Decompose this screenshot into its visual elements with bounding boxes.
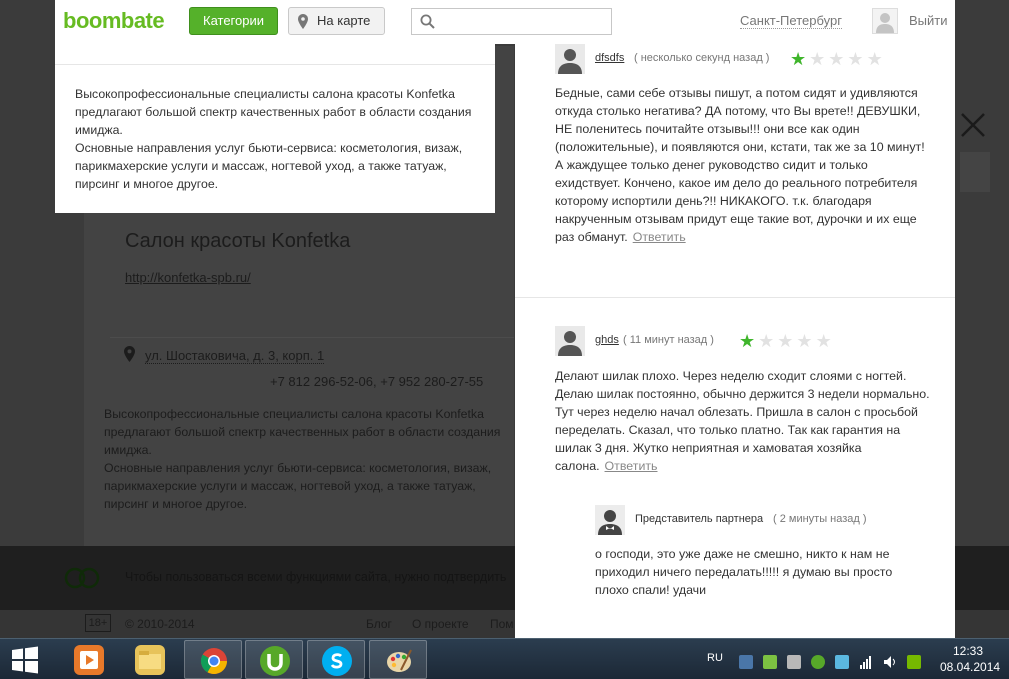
taskbar-file-explorer[interactable] [121,640,179,679]
salon-site-link[interactable]: http://konfetka-spb.ru/ [125,270,251,285]
boombate-logo-icon [64,567,100,589]
description-text: Высокопрофессиональные специалисты салон… [75,87,472,191]
reviews-panel: dfsdfs ( несколько секунд назад ) ★ ★ ★ … [515,44,955,638]
divider [515,297,955,298]
map-button-label: На карте [317,13,371,28]
salon-title: Салон красоты Konfetka [125,230,351,252]
search-input[interactable] [442,12,607,31]
map-pin-icon [298,14,308,29]
star-empty-icon: ★ [815,331,832,351]
review-author[interactable]: ghds [595,334,619,346]
system-clock[interactable]: 12:33 08.04.2014 [940,643,1001,675]
nvidia-tray-icon[interactable] [907,655,921,669]
search-icon [420,14,435,29]
search-box[interactable] [411,8,612,35]
utorrent-tray-icon[interactable] [811,655,825,669]
windows-start-icon[interactable] [11,646,39,674]
input-language[interactable]: RU [707,652,723,664]
location-pin-icon [124,346,135,362]
salon-description: Высокопрофессиональные специалисты салон… [104,407,501,511]
salon-address[interactable]: ул. Шостаковича, д. 3, корп. 1 [145,348,325,364]
categories-button[interactable]: Категории [189,7,278,35]
star-empty-icon: ★ [758,331,775,351]
review-text: Бедные, сами себе отзывы пишут, а потом … [555,86,925,244]
star-empty-icon: ★ [796,331,813,351]
taskbar-chrome[interactable] [184,640,242,679]
logout-link[interactable]: Выйти [909,13,948,28]
reviewer-avatar [555,326,585,356]
map-button[interactable]: На карте [288,7,385,35]
signal-strength-icon[interactable] [859,655,873,669]
user-icon [876,13,894,33]
description-panel: Высокопрофессиональные специалисты салон… [55,44,495,213]
partner-user-icon [595,505,625,535]
side-panel-edge [960,152,990,192]
footer-link-about[interactable]: О проекте [412,617,469,631]
partner-author: Представитель партнера [635,513,764,525]
utorrent-icon [260,646,290,676]
review-author[interactable]: dfsdfs [595,52,624,64]
clock-time: 12:33 [952,644,984,658]
clock-date: 08.04.2014 [940,660,1001,674]
confirm-banner-text: Чтобы пользоваться всеми функциями сайта… [125,570,507,584]
volume-icon[interactable] [883,655,897,669]
windows-taskbar: RU 12:33 08.04.2014 [0,638,1009,679]
tray-icon[interactable] [835,655,849,669]
partner-reply-time: ( 2 минуты назад ) [773,513,867,525]
vk-tray-icon[interactable] [739,655,753,669]
salon-phones: +7 812 296-52-06, +7 952 280-27-55 [270,374,484,389]
paint-palette-icon [384,646,414,676]
folder-icon [135,645,165,675]
reply-link[interactable]: Ответить [605,459,658,473]
chrome-icon [199,646,229,676]
reply-link[interactable]: Ответить [633,230,686,244]
city-selector[interactable]: Санкт-Петербург [740,13,842,29]
media-player-icon [74,645,104,675]
taskbar-utorrent[interactable] [245,640,303,679]
star-filled-icon: ★ [739,331,756,351]
partner-reply-text: о господи, это уже даже не смешно, никто… [595,547,893,597]
site-logo[interactable]: boombate [63,8,165,34]
user-icon [555,44,585,74]
star-empty-icon: ★ [777,331,794,351]
taskbar-skype[interactable] [307,640,365,679]
skype-icon [322,646,352,676]
review-text: Делают шилак плохо. Через неделю сходит … [555,369,930,473]
star-empty-icon: ★ [866,49,883,69]
star-filled-icon: ★ [790,49,807,69]
review-rating: ★ ★ ★ ★ ★ [739,332,832,350]
footer-link-blog[interactable]: Блог [366,617,392,631]
reviewer-avatar [555,44,585,74]
user-avatar[interactable] [872,8,898,34]
star-empty-icon: ★ [828,49,845,69]
user-icon [555,326,585,356]
star-empty-icon: ★ [847,49,864,69]
copyright: © 2010-2014 [125,617,195,631]
footer-link-help[interactable]: Пом [490,617,514,631]
chat-tray-icon[interactable] [763,655,777,669]
star-empty-icon: ★ [809,49,826,69]
review-time: ( 11 минут назад ) [623,334,714,346]
review-rating: ★ ★ ★ ★ ★ [790,50,883,68]
divider [55,64,495,65]
age-rating-badge: 18+ [85,614,111,632]
taskbar-paint[interactable] [369,640,427,679]
divider [110,337,514,338]
review-time: ( несколько секунд назад ) [634,52,770,64]
close-icon[interactable] [960,112,986,138]
network-warning-tray-icon[interactable] [787,655,801,669]
taskbar-media-player[interactable] [60,640,118,679]
partner-avatar [595,505,625,535]
